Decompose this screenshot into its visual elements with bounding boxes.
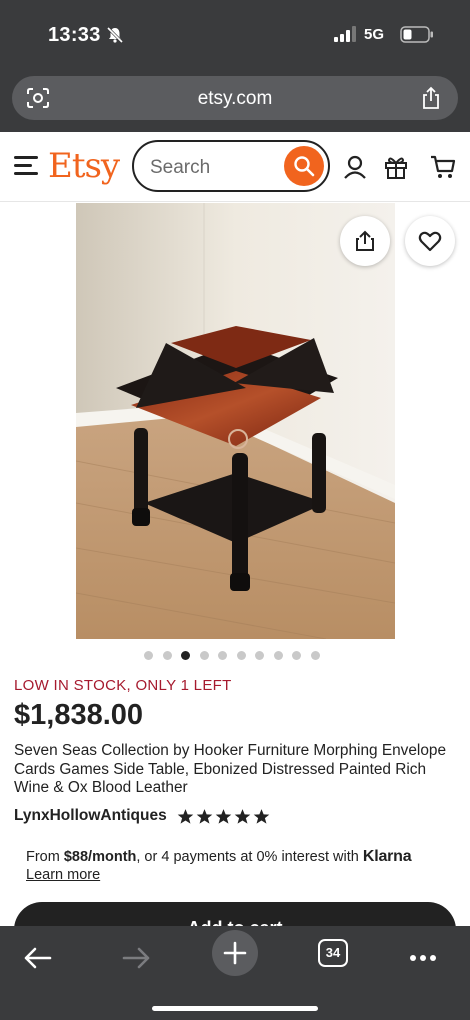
etsy-logo[interactable]: Etsy (48, 146, 120, 186)
cart-icon[interactable] (430, 154, 456, 180)
carousel-dot[interactable] (292, 651, 301, 660)
financing-middle: , or 4 payments at 0% interest with (136, 849, 363, 865)
network-type: 5G (364, 26, 385, 43)
bell-slash-icon (106, 26, 124, 44)
plus-icon (223, 941, 247, 965)
tab-count-button[interactable]: 34 (318, 939, 348, 967)
carousel-dot[interactable] (181, 651, 190, 660)
hamburger-icon[interactable] (14, 156, 38, 176)
heart-icon (418, 231, 442, 252)
site-header: Etsy Search (0, 132, 470, 202)
carousel-dot[interactable] (199, 651, 209, 660)
klarna-logo: Klarna (362, 848, 412, 865)
carousel-dot[interactable] (273, 651, 283, 660)
browser-toolbar: etsy.com (0, 74, 470, 132)
search-icon (294, 156, 315, 177)
share-icon (356, 230, 374, 251)
product-title: Seven Seas Collection by Hooker Furnitur… (14, 742, 447, 796)
user-icon[interactable] (342, 154, 368, 180)
carousel-dot[interactable] (236, 651, 246, 660)
share-icon[interactable] (420, 86, 442, 110)
url-text[interactable]: etsy.com (12, 88, 458, 110)
financing-info: From $88/month, or 4 payments at 0% inte… (26, 848, 456, 884)
product-price: $1,838.00 (14, 699, 144, 731)
carousel-dot[interactable] (144, 651, 153, 660)
home-indicator[interactable] (152, 1006, 318, 1011)
carousel-dot[interactable] (218, 651, 227, 660)
stock-notice: LOW IN STOCK, ONLY 1 LEFT (14, 677, 232, 694)
address-bar[interactable]: etsy.com (12, 76, 458, 120)
gift-icon[interactable] (383, 154, 409, 180)
signal-icon (334, 26, 356, 42)
carousel-dot[interactable] (310, 651, 320, 660)
share-image-button[interactable] (340, 216, 390, 266)
rating-stars[interactable] (177, 808, 270, 825)
financing-prefix: From (26, 849, 64, 865)
status-bar: 13:33 5G (0, 0, 470, 74)
search-placeholder: Search (150, 157, 211, 178)
new-tab-button[interactable] (212, 930, 258, 976)
status-time: 13:33 (48, 24, 101, 46)
star-icon (215, 809, 232, 824)
image-carousel-dots[interactable] (144, 651, 320, 661)
search-input[interactable]: Search (132, 140, 330, 192)
search-button[interactable] (284, 146, 324, 186)
arrow-left-icon[interactable] (16, 936, 60, 980)
browser-bottom-bar: 34 (0, 926, 470, 1020)
product-image[interactable] (76, 203, 395, 639)
carousel-dot[interactable] (162, 651, 172, 660)
learn-more-link[interactable]: Learn more (26, 867, 100, 883)
star-icon (234, 809, 251, 824)
more-icon[interactable] (401, 936, 445, 980)
arrow-right-icon[interactable] (114, 936, 158, 980)
star-icon (196, 809, 213, 824)
favorite-button[interactable] (405, 216, 455, 266)
seller-name[interactable]: LynxHollowAntiques (14, 807, 167, 825)
battery-icon (400, 26, 433, 43)
carousel-dot[interactable] (255, 651, 264, 660)
star-icon (253, 809, 270, 824)
star-icon (177, 809, 194, 824)
financing-monthly: $88/month (63, 849, 137, 865)
